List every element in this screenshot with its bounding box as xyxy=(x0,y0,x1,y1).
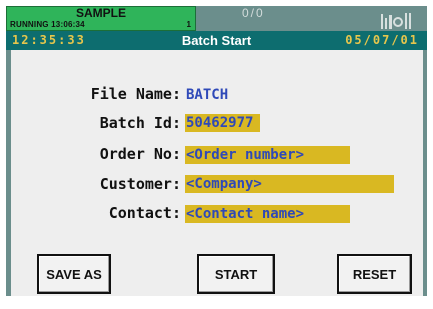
ratio-readout: 0/0 xyxy=(242,6,265,20)
batch-id-label: Batch Id: xyxy=(99,114,181,132)
status-block[interactable]: SAMPLE RUNNING 13:06:34 1 xyxy=(6,6,196,31)
instrument-screen: SAMPLE RUNNING 13:06:34 1 0/0 12:35:33 B… xyxy=(6,6,427,296)
status-title: SAMPLE xyxy=(75,6,126,20)
title-bar: 12:35:33 Batch Start 05/07/01 xyxy=(6,31,427,50)
file-name-label: File Name: xyxy=(90,85,181,103)
batch-id-field[interactable]: 50462977 xyxy=(185,114,260,132)
customer-label: Customer: xyxy=(99,175,181,193)
status-index: 1 xyxy=(186,20,191,29)
contact-field[interactable]: <Contact name> xyxy=(185,205,350,223)
batch-start-panel: File Name: BATCH Batch Id: 50462977 Orde… xyxy=(11,50,423,296)
contact-label: Contact: xyxy=(108,204,181,222)
file-name-field[interactable]: BATCH xyxy=(185,86,245,104)
current-date: 05/07/01 xyxy=(345,33,419,47)
order-no-field[interactable]: <Order number> xyxy=(185,146,350,164)
signal-strength-icon xyxy=(381,13,411,29)
reset-button[interactable]: RESET xyxy=(337,254,412,294)
start-button[interactable]: START xyxy=(197,254,275,294)
order-no-label: Order No: xyxy=(99,145,181,163)
status-line: RUNNING 13:06:34 xyxy=(10,20,85,29)
customer-field[interactable]: <Company> xyxy=(185,175,394,193)
save-as-button[interactable]: SAVE AS xyxy=(37,254,111,294)
